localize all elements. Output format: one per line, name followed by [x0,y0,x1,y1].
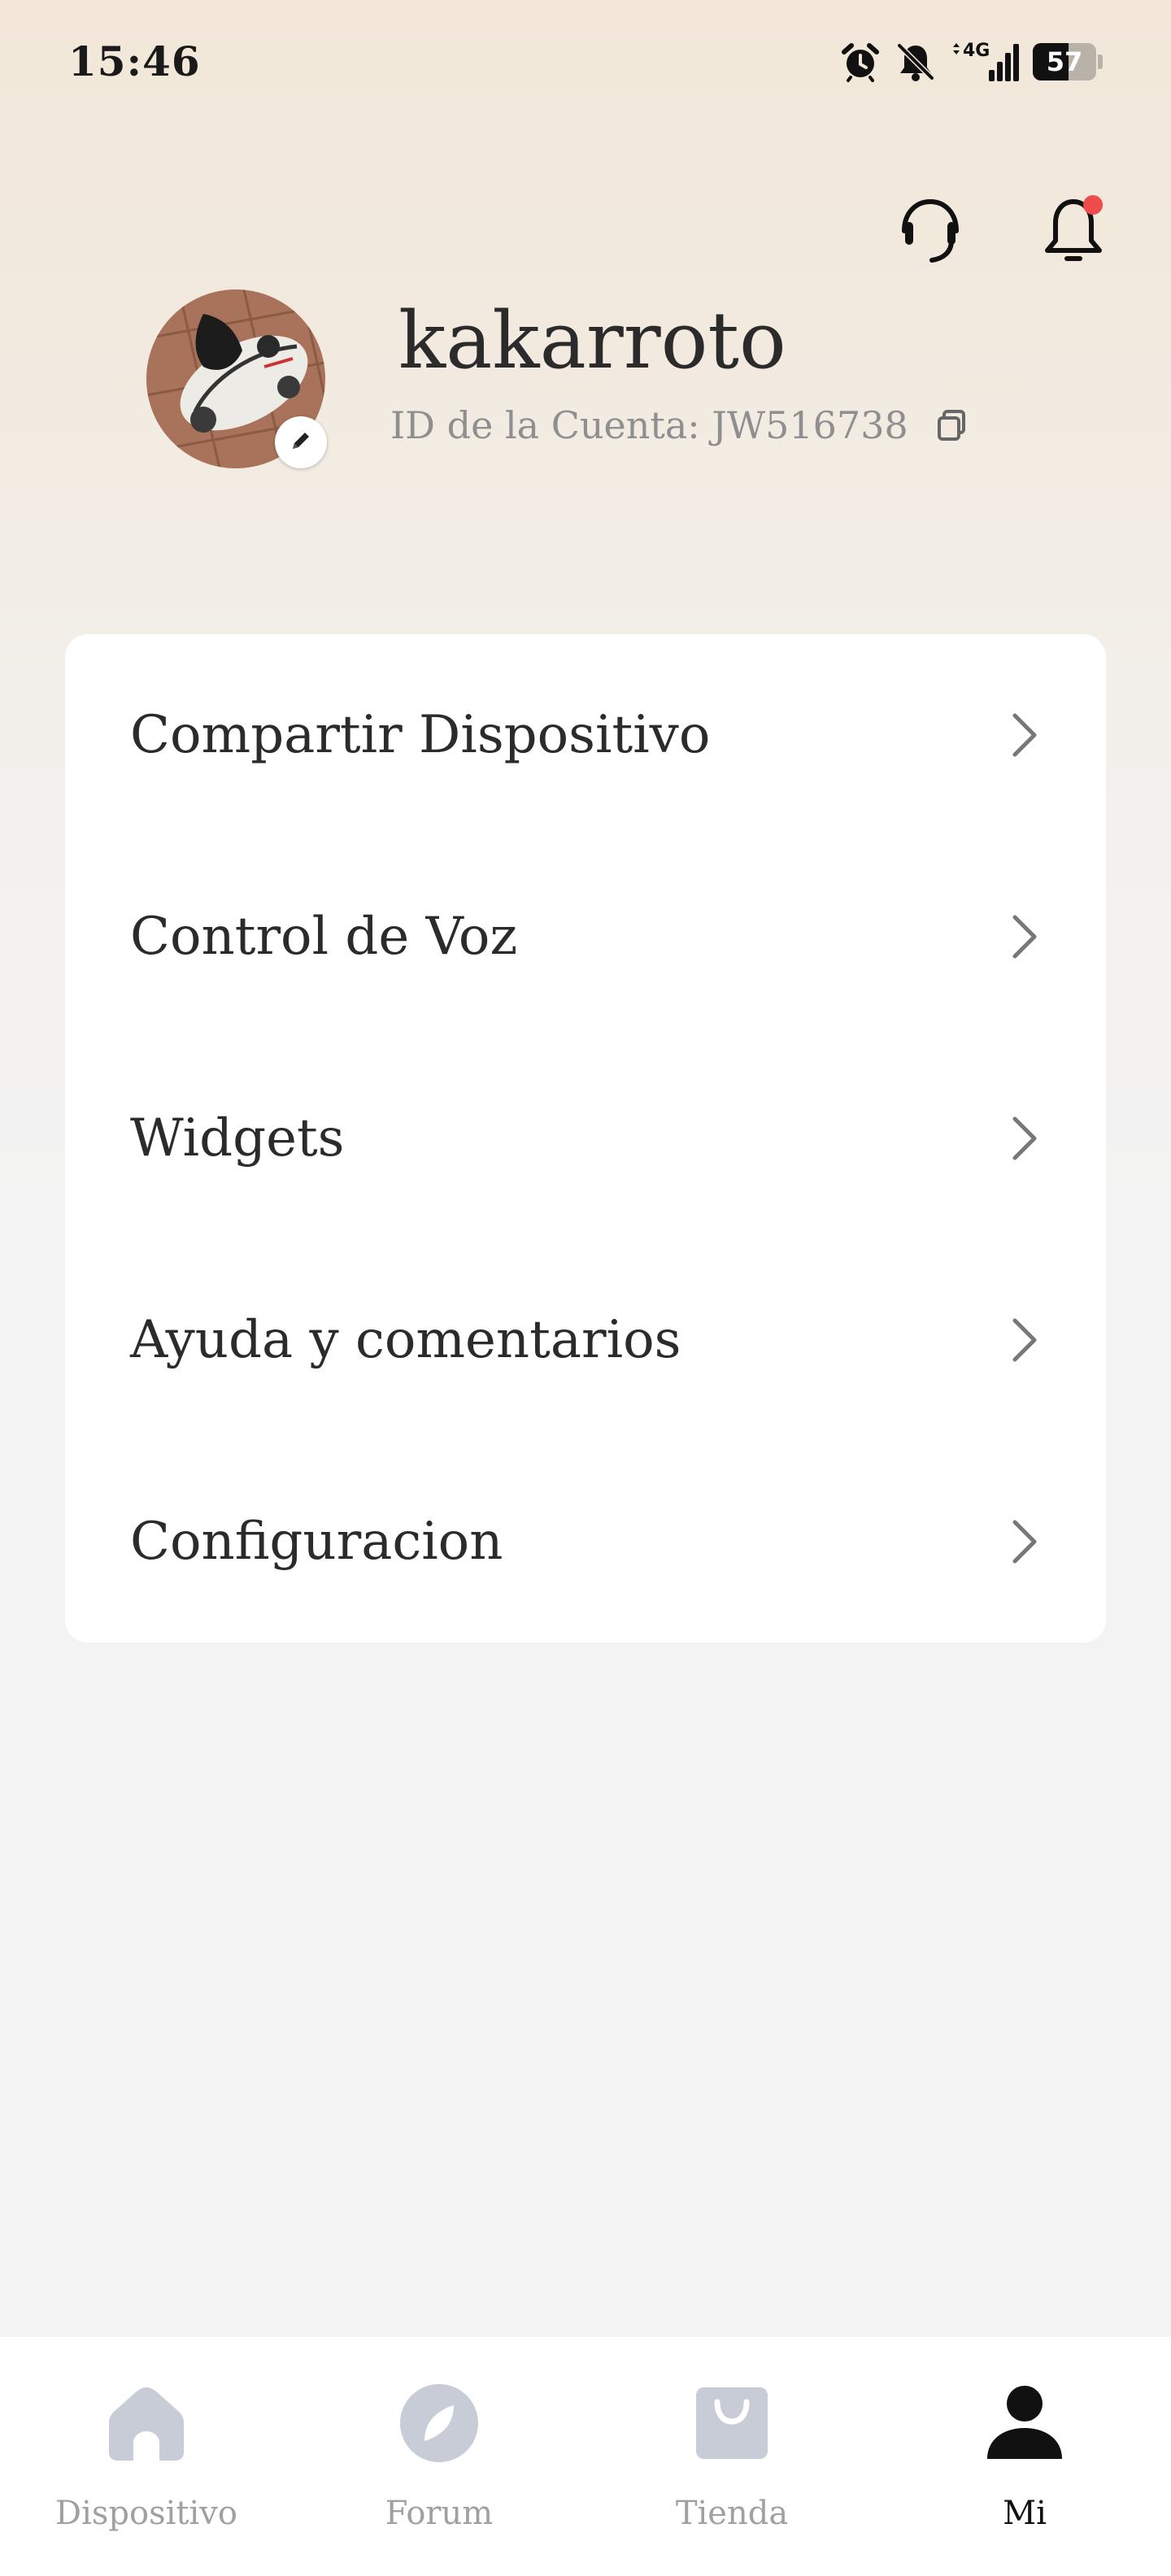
menu-item-control-de-voz[interactable]: Control de Voz [65,836,1106,1038]
chevron-right-icon [1012,1116,1037,1160]
menu-item-label: Configuracion [130,1512,503,1572]
menu-item-label: Compartir Dispositivo [130,705,711,765]
nav-item-mi[interactable]: Mi [878,2337,1171,2576]
menu-item-ayuda-y-comentarios[interactable]: Ayuda y comentarios [65,1239,1106,1441]
account-id-row: ID de la Cuenta: JW516738 [390,403,970,447]
chevron-right-icon [1012,915,1037,959]
chevron-right-icon [1012,1520,1037,1564]
menu-item-label: Ayuda y comentarios [130,1310,681,1370]
chevron-right-icon [1012,713,1037,757]
nav-label: Dispositivo [55,2495,237,2532]
profile-section: kakarroto ID de la Cuenta: JW516738 [146,289,1041,468]
signal-4g-icon: 4G [950,41,1020,83]
battery-label: 57 [1046,46,1083,77]
header-actions [896,194,1108,267]
edit-avatar-button[interactable] [275,416,327,468]
battery-icon: 57 [1033,43,1103,80]
username: kakarroto [398,295,786,386]
status-bar: 15:46 4G 57 [0,0,1171,122]
notification-bell-icon [1039,199,1108,270]
home-icon [109,2387,184,2461]
nav-item-forum[interactable]: Forum [293,2337,586,2576]
pencil-icon [288,428,314,457]
menu-item-widgets[interactable]: Widgets [65,1038,1106,1239]
nav-item-dispositivo[interactable]: Dispositivo [0,2337,293,2576]
status-icons: 4G 57 [839,41,1103,83]
nav-item-tienda[interactable]: Tienda [586,2337,878,2576]
support-button[interactable] [896,194,964,267]
shopping-bag-icon [696,2387,768,2459]
menu-item-label: Widgets [130,1108,345,1168]
account-id: ID de la Cuenta: JW516738 [390,403,908,447]
alarm-icon [839,41,882,83]
compass-icon [400,2384,478,2462]
bell-muted-icon [895,41,937,83]
menu-item-label: Control de Voz [130,907,518,967]
menu-card: Compartir Dispositivo Control de Voz Wid… [65,634,1106,1643]
copy-icon[interactable] [933,407,970,444]
menu-item-configuracion[interactable]: Configuracion [65,1441,1106,1643]
menu-item-compartir-dispositivo[interactable]: Compartir Dispositivo [65,634,1106,836]
nav-label: Mi [1003,2495,1047,2532]
notifications-button[interactable] [1039,194,1108,267]
nav-label: Tienda [675,2495,789,2532]
nav-label: Forum [385,2495,494,2532]
person-icon [987,2386,1062,2459]
support-headset-icon [896,198,964,270]
network-type-label: 4G [963,41,990,61]
status-time: 15:46 [68,37,201,85]
chevron-right-icon [1012,1318,1037,1362]
bottom-nav: Dispositivo Forum Tienda Mi [0,2337,1171,2576]
notification-badge [1083,195,1103,215]
